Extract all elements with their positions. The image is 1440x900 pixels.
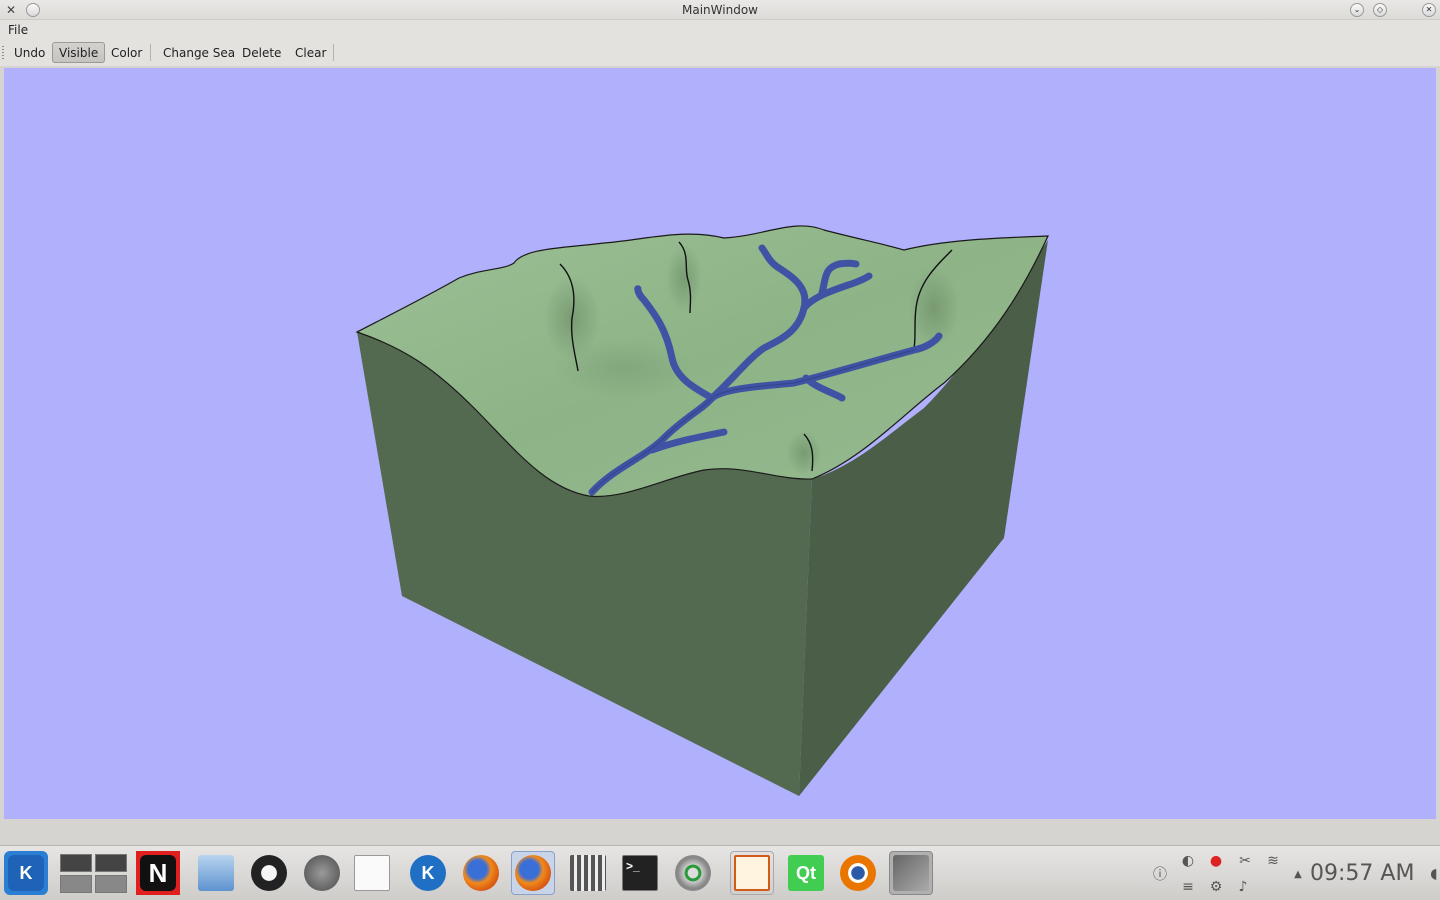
tray-expand-icon[interactable]: ▲: [1288, 864, 1308, 884]
firefox-active-icon[interactable]: [511, 851, 555, 895]
toolbar: Undo Visible Color Change Sea Delete Cle…: [0, 41, 1440, 66]
change-sea-button[interactable]: Change Sea: [156, 42, 242, 63]
pager-desktop[interactable]: [94, 853, 127, 872]
undo-button[interactable]: Undo: [7, 42, 52, 63]
file-manager-icon[interactable]: [194, 851, 238, 895]
qt-creator-icon[interactable]: Qt: [784, 851, 828, 895]
kde-app-icon[interactable]: K: [406, 851, 450, 895]
blender-icon[interactable]: [836, 851, 880, 895]
text-editor-icon[interactable]: [350, 851, 394, 895]
spotify-icon[interactable]: [300, 851, 344, 895]
terminal-icon[interactable]: >_: [618, 851, 662, 895]
settings-icon[interactable]: ⚙: [1206, 877, 1226, 897]
x-app-icon[interactable]: [889, 851, 933, 895]
clear-button[interactable]: Clear: [288, 42, 333, 63]
pager-desktop[interactable]: [59, 853, 92, 872]
netflix-icon[interactable]: N: [136, 851, 180, 895]
visible-button[interactable]: Visible: [52, 42, 106, 63]
network-app-icon[interactable]: [671, 851, 715, 895]
spotify-tray-icon[interactable]: ≡: [1178, 877, 1198, 897]
taskbar: K N K >_ Qt ⓘ ◐ ● ✂ ≋ ≡ ⚙ ♪ ▲ 09:57 AM ◖: [0, 845, 1440, 900]
volume-icon[interactable]: ♪: [1233, 877, 1253, 897]
maximize-icon[interactable]: ◇: [1372, 2, 1388, 18]
toolbar-separator: [333, 44, 334, 61]
window-title: MainWindow: [682, 3, 758, 17]
color-button[interactable]: Color: [104, 42, 149, 63]
presentation-icon[interactable]: [730, 851, 774, 895]
scissors-icon[interactable]: ✂: [1235, 851, 1255, 871]
pager-icon[interactable]: [58, 851, 128, 895]
menu-bar: File: [0, 20, 1440, 41]
wifi-icon[interactable]: ≋: [1263, 851, 1283, 871]
network-manager-icon[interactable]: ◐: [1178, 851, 1198, 871]
menu-file[interactable]: File: [8, 23, 28, 37]
tux-icon[interactable]: [247, 851, 291, 895]
minimize-icon[interactable]: ⌄: [1349, 2, 1365, 18]
gl-viewport[interactable]: [4, 68, 1436, 819]
firefox-icon[interactable]: [459, 851, 503, 895]
toolbar-grip[interactable]: [2, 46, 4, 60]
kde-menu-icon[interactable]: K: [4, 851, 48, 895]
close-icon[interactable]: ✕: [1421, 2, 1437, 18]
clock[interactable]: 09:57 AM: [1310, 861, 1414, 886]
info-icon[interactable]: ⓘ: [1150, 864, 1170, 884]
ridge-shadow: [666, 244, 702, 312]
panel-edge-icon[interactable]: ◖: [1424, 864, 1440, 884]
delete-button[interactable]: Delete: [235, 42, 288, 63]
title-bar: ✕ MainWindow ⌄ ◇ ✕: [0, 0, 1440, 20]
terrain-scene: [355, 225, 1049, 796]
pager-desktop[interactable]: [59, 874, 92, 893]
ridge-shadow: [786, 431, 822, 475]
status-bar: [0, 819, 1440, 845]
tomato-icon[interactable]: ●: [1206, 851, 1226, 871]
pager-desktop[interactable]: [94, 874, 127, 893]
calculator-icon[interactable]: [566, 851, 610, 895]
toolbar-separator: [150, 44, 151, 61]
